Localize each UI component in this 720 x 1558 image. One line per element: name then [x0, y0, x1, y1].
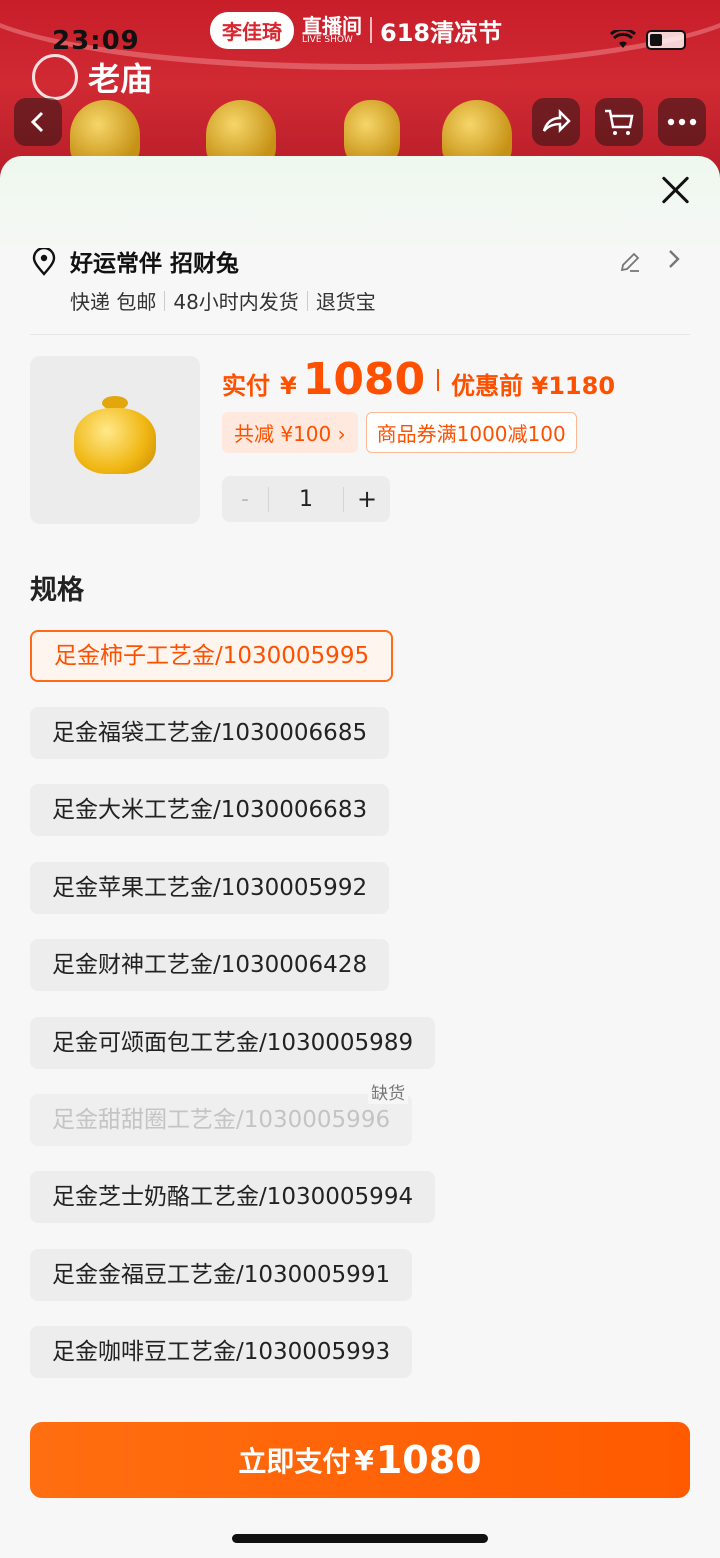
chevron-left-icon: [30, 111, 44, 133]
ship-time: 48小时内发货: [173, 290, 299, 314]
section-divider: [30, 334, 690, 335]
status-icons: [610, 30, 686, 50]
persimmon-gold-image: [74, 408, 156, 474]
banner-live-sub: LIVE SHOW: [302, 34, 353, 45]
wifi-icon: [610, 30, 636, 48]
banner-host: 李佳琦: [210, 11, 294, 49]
banner-live-group: 直播间 LIVE SHOW: [302, 16, 362, 45]
spec-option-label: 足金金福豆工艺金/1030005991: [52, 1262, 391, 1288]
pay-label: 实付: [222, 372, 270, 400]
spec-option[interactable]: 足金柿子工艺金/1030005995: [30, 630, 394, 682]
quantity-stepper: - 1 +: [222, 476, 390, 522]
banner-separator: [370, 17, 372, 43]
spec-option-label: 足金甜甜圈工艺金/1030005996: [52, 1107, 391, 1133]
more-icon: [667, 118, 697, 126]
coupon-chip: 商品券满1000减100: [365, 412, 577, 453]
original-price: 优惠前 ¥1180: [451, 372, 616, 400]
status-time: 23:09: [52, 26, 140, 56]
brand-logo: 老庙: [32, 54, 152, 100]
delivery-method: 快递 包邮: [70, 290, 157, 314]
location-pin-icon: [32, 248, 56, 276]
chevron-right-icon[interactable]: [666, 246, 682, 272]
banner-event: 618清凉节: [380, 18, 503, 47]
spec-option[interactable]: 足金大米工艺金/1030006683: [30, 784, 390, 836]
spec-option[interactable]: 足金金福豆工艺金/1030005991: [30, 1249, 413, 1301]
increase-button[interactable]: +: [344, 485, 390, 513]
brand-name: 老庙: [88, 60, 153, 98]
spec-option[interactable]: 足金苹果工艺金/1030005992: [30, 862, 390, 914]
discount-chips: 共减 ¥100 › 商品券满1000减100: [222, 412, 577, 453]
cart-icon: [605, 109, 634, 135]
close-icon[interactable]: [658, 172, 694, 208]
spec-option-label: 足金财神工艺金/1030006428: [52, 952, 368, 978]
cart-button[interactable]: [595, 98, 643, 146]
edit-icon[interactable]: [618, 250, 642, 274]
pay-now-button[interactable]: 立即支付 ¥ 1080: [30, 1422, 690, 1498]
spec-option[interactable]: 足金咖啡豆工艺金/1030005993: [30, 1326, 413, 1378]
spec-option[interactable]: 足金福袋工艺金/1030006685: [30, 707, 390, 759]
spec-option[interactable]: 足金芝士奶酪工艺金/1030005994: [30, 1171, 436, 1223]
out-of-stock-tag: 缺货: [368, 1084, 409, 1104]
share-button[interactable]: [532, 98, 580, 146]
back-button[interactable]: [14, 98, 62, 146]
spec-option-out-of-stock: 足金甜甜圈工艺金/1030005996 缺货: [30, 1084, 413, 1146]
currency-symbol: ¥: [280, 372, 297, 400]
final-price: 1080: [302, 354, 426, 405]
spec-option[interactable]: 足金财神工艺金/1030006428: [30, 939, 390, 991]
spec-option-label: 足金柿子工艺金/1030005995: [54, 643, 370, 669]
pay-button-label: 立即支付: [238, 1445, 351, 1478]
quantity-value[interactable]: 1: [268, 486, 344, 512]
delivery-info: 快递 包邮 48小时内发货 退货宝: [70, 286, 376, 315]
spec-option-label: 足金可颂面包工艺金/1030005989: [52, 1030, 414, 1056]
divider: [164, 290, 166, 311]
spec-title: 规格: [30, 575, 84, 606]
price-row: 实付 ¥ 1080 优惠前 ¥1180: [222, 354, 615, 405]
brand-mark-icon: [32, 54, 78, 100]
share-icon: [542, 109, 571, 134]
spec-option-label: 足金福袋工艺金/1030006685: [52, 720, 368, 746]
address-name: 好运常伴 招财兔: [70, 251, 240, 277]
discount-total-chip[interactable]: 共减 ¥100 ›: [222, 412, 358, 453]
spec-option[interactable]: 足金可颂面包工艺金/1030005989: [30, 1017, 436, 1069]
spec-option-label: 足金咖啡豆工艺金/1030005993: [52, 1339, 391, 1365]
product-thumbnail[interactable]: [30, 356, 200, 524]
divider: [306, 290, 308, 311]
live-banner: 李佳琦 直播间 LIVE SHOW 618清凉节: [210, 10, 502, 50]
home-indicator[interactable]: [232, 1534, 488, 1543]
battery-icon: [646, 30, 686, 50]
price-divider: [437, 368, 440, 391]
pay-button-currency: ¥: [354, 1443, 374, 1477]
return-service: 退货宝: [315, 290, 376, 314]
spec-option-label: 足金苹果工艺金/1030005992: [52, 875, 368, 901]
banner-live: 直播间: [302, 13, 362, 38]
spec-option-label: 足金芝士奶酪工艺金/1030005994: [52, 1184, 414, 1210]
spec-option-label: 足金大米工艺金/1030006683: [52, 797, 368, 823]
decrease-button[interactable]: -: [222, 487, 268, 512]
pay-button-amount: 1080: [375, 1438, 482, 1482]
more-button[interactable]: [658, 98, 706, 146]
purchase-sheet: 好运常伴 招财兔 快递 包邮 48小时内发货 退货宝 实付 ¥ 1080 优惠前…: [0, 156, 720, 1558]
